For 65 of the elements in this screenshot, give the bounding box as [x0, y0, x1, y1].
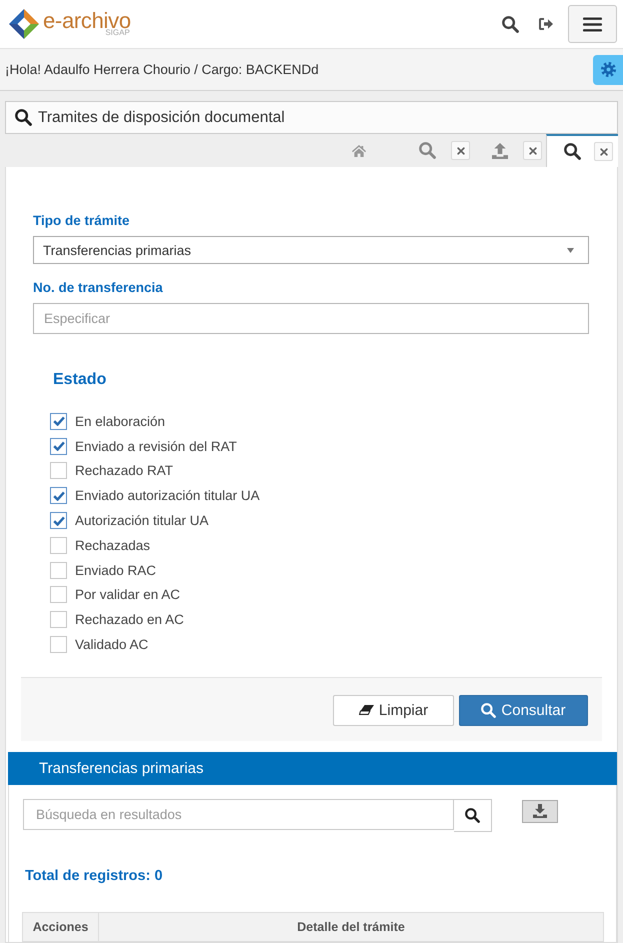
- close-icon: [600, 148, 608, 156]
- checkbox[interactable]: [50, 636, 67, 654]
- checkbox[interactable]: [50, 536, 67, 554]
- checkbox-label: Enviado autorización titular UA: [75, 488, 260, 504]
- check-icon: [52, 416, 64, 426]
- menu-icon: [583, 16, 602, 32]
- settings-button[interactable]: [593, 54, 623, 84]
- close-icon: [456, 146, 464, 154]
- checkbox[interactable]: [50, 512, 67, 530]
- field-label: Tipo de trámite: [33, 213, 131, 229]
- checkbox-label: Validado AC: [75, 637, 148, 652]
- checkbox[interactable]: [50, 412, 67, 430]
- checkbox-label: Rechazado en AC: [75, 612, 184, 628]
- select-field[interactable]: Transferencias primarias: [33, 236, 589, 264]
- search-icon: [564, 143, 581, 160]
- input-field[interactable]: Especificar: [33, 303, 589, 334]
- logo-icon: [8, 8, 40, 40]
- download-icon: [533, 804, 547, 818]
- tab[interactable]: [546, 134, 618, 167]
- checkbox-label: Por validar en AC: [75, 587, 180, 602]
- checkbox-label: Autorización titular UA: [75, 513, 209, 528]
- caret-icon: [567, 248, 574, 252]
- download-button[interactable]: [522, 800, 558, 823]
- eraser-icon: [358, 705, 374, 716]
- search-icon: [15, 109, 32, 126]
- close-tab-button[interactable]: [594, 142, 613, 161]
- clear-button[interactable]: Limpiar: [333, 694, 454, 726]
- checkbox-label: Enviado a revisión del RAT: [75, 438, 237, 454]
- section-heading: Estado: [53, 370, 108, 390]
- upload-icon: [492, 142, 508, 158]
- menu-button[interactable]: [568, 5, 617, 43]
- close-tab-button[interactable]: [451, 141, 470, 160]
- check-icon: [52, 490, 64, 501]
- search-icon[interactable]: [502, 16, 519, 32]
- greeting-text: ¡Hola! Adaulfo Herrera Chourio / Cargo: BACKENDd: [5, 62, 319, 77]
- checkbox[interactable]: [50, 586, 67, 604]
- close-icon: [528, 146, 536, 154]
- checkbox[interactable]: [50, 611, 67, 628]
- field-label: No. de transferencia: [33, 280, 164, 296]
- search-button[interactable]: Consultar: [459, 694, 588, 726]
- checkbox[interactable]: [50, 462, 67, 480]
- settings-icon: [600, 62, 616, 77]
- checkbox-label: Rechazado RAT: [75, 463, 174, 478]
- search-icon: [465, 808, 480, 823]
- search-field[interactable]: Búsqueda en resultados: [23, 798, 454, 830]
- module-title: Tramites de disposición documental: [38, 108, 285, 126]
- checkbox[interactable]: [50, 438, 67, 455]
- logo-subtitle: SIGAP: [105, 28, 130, 36]
- record-count: Total de registros: 0: [25, 866, 164, 885]
- close-tab-button[interactable]: [523, 141, 542, 160]
- search-button[interactable]: [454, 798, 492, 832]
- checkbox-label: Enviado RAC: [75, 562, 156, 578]
- checkbox-label: Rechazadas: [75, 538, 150, 553]
- search-icon: [419, 142, 436, 159]
- checkbox[interactable]: [50, 487, 67, 504]
- logout-icon[interactable]: [539, 18, 553, 30]
- check-icon: [52, 441, 64, 452]
- column-header: Detalle del trámite: [98, 912, 604, 942]
- column-header: Acciones: [22, 912, 98, 942]
- checkbox-label: En elaboración: [75, 414, 166, 429]
- home-icon: [352, 144, 366, 156]
- results-header: Transferencias primarias: [8, 752, 617, 785]
- check-icon: [52, 516, 64, 526]
- checkbox[interactable]: [50, 562, 67, 579]
- search-icon: [481, 702, 496, 718]
